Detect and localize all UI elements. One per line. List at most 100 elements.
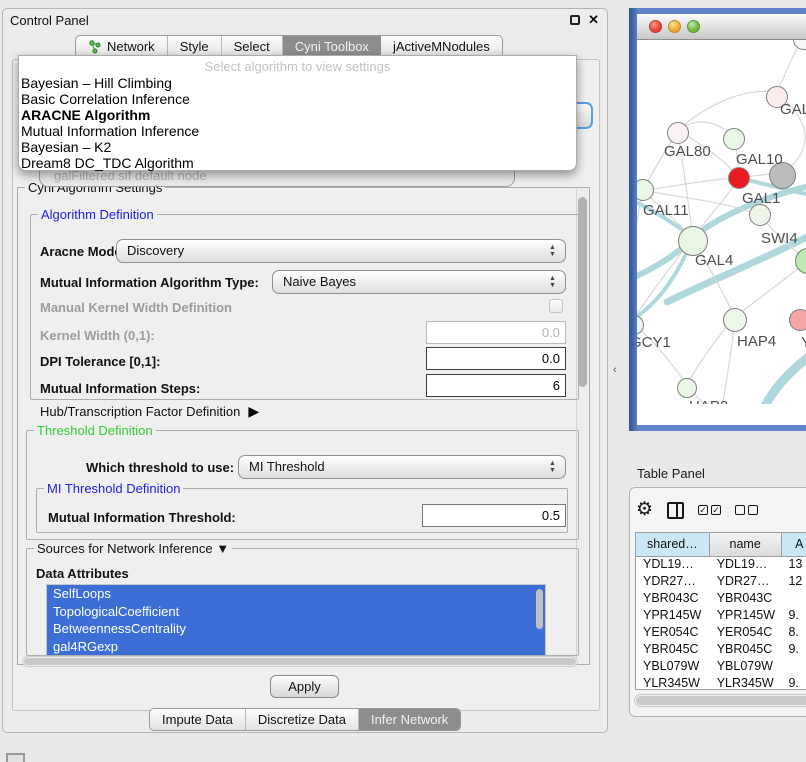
collapse-arrow-icon: ▼ [216,541,229,556]
combo-spinner-icon: ▲▼ [548,244,557,258]
tab-impute-data[interactable]: Impute Data [150,709,246,730]
zoom-traffic-light[interactable] [687,20,700,33]
network-node-gal80[interactable] [667,122,689,144]
minimize-traffic-light[interactable] [668,20,681,33]
mi-threshold-group-title: MI Threshold Definition [44,481,183,496]
tab-select[interactable]: Select [222,36,283,57]
tab-jactivemnodules[interactable]: jActiveMNodules [381,36,502,57]
dropdown-item[interactable]: Mutual Information Inference [19,123,576,139]
table-row[interactable]: YBL079WYBL079W [636,659,806,676]
network-node-swi4[interactable] [749,204,771,226]
dropdown-item-aracne[interactable]: ARACNE Algorithm [19,107,576,123]
sources-group-title[interactable]: Sources for Network Inference ▼ [34,541,232,556]
table-row[interactable]: YBR045CYBR045C9. [636,642,806,659]
network-node-hap2[interactable] [677,378,697,398]
manual-kernel-width-label: Manual Kernel Width Definition [40,300,232,315]
network-canvas[interactable]: GAL GAL80 GAL10 GAL1 GAL11 SWI4 GAL4 GCY… [637,40,806,404]
data-attributes-label: Data Attributes [36,566,129,581]
mi-algorithm-type-combobox[interactable]: Naive Bayes ▲▼ [272,270,566,294]
tab-discretize-data[interactable]: Discretize Data [246,709,359,730]
network-node-salmon[interactable] [789,309,806,331]
dropdown-item[interactable]: Basic Correlation Inference [19,91,576,107]
scrollbar-thumb[interactable] [24,658,576,665]
close-icon[interactable]: ✕ [588,12,599,28]
tab-network[interactable]: Network [76,36,168,57]
tab-infer-network[interactable]: Infer Network [359,709,460,730]
dropdown-item[interactable]: Bayesian – K2 [19,139,576,155]
node-label-hap2: HAP2 [689,398,728,404]
node-label-gal4: GAL4 [695,252,733,269]
attribute-item-selected[interactable]: SelfLoops [47,585,545,603]
network-view-window: GAL GAL80 GAL10 GAL1 GAL11 SWI4 GAL4 GCY… [629,8,806,431]
column-header-shared-name[interactable]: shared… [636,533,710,556]
aracne-mode-combobox[interactable]: Discovery ▲▼ [116,239,566,263]
aracne-mode-label: Aracne Mode: [40,244,126,259]
columns-icon[interactable] [667,502,684,519]
mi-steps-field[interactable]: 6 [426,374,566,397]
close-traffic-light[interactable] [649,20,662,33]
column-header-name[interactable]: name [710,533,782,556]
threshold-definition-title: Threshold Definition [34,423,156,438]
panel-divider-arrow[interactable]: ‹ [613,364,617,376]
node-label-gal80: GAL80 [664,143,711,160]
tab-cyni-toolbox[interactable]: Cyni Toolbox [283,36,381,57]
algorithm-definition-title: Algorithm Definition [38,207,157,222]
tab-style[interactable]: Style [168,36,222,57]
dpi-tolerance-field[interactable]: 0.0 [426,347,566,370]
table-row[interactable]: YLR345WYLR345W9. [636,676,806,690]
network-node-gal10[interactable] [723,128,745,150]
table-toolbar: ⚙ ✓✓ [636,496,806,524]
table-panel: ⚙ ✓✓ shared… name A YDL19…YDL19…13 YDR27… [629,487,806,717]
algorithm-dropdown-popup: Select algorithm to view settings Bayesi… [18,55,577,171]
gear-icon[interactable]: ⚙ [636,501,653,519]
dropdown-item[interactable]: Bayesian – Hill Climbing [19,75,576,91]
table-row[interactable]: YDR27…YDR27…12 [636,574,806,591]
network-window-titlebar[interactable] [637,14,806,40]
kernel-width-field[interactable]: 0.0 [426,321,566,344]
cyni-bottom-tabbar: Impute Data Discretize Data Infer Networ… [149,708,461,731]
table-row[interactable]: YDL19…YDL19…13 [636,557,806,574]
mi-threshold-label: Mutual Information Threshold: [48,510,236,525]
tab-network-label: Network [107,39,155,54]
column-header[interactable]: A [782,533,806,556]
which-threshold-combobox[interactable]: MI Threshold ▲▼ [238,455,566,479]
network-node-gal1-selected[interactable] [728,167,750,189]
deselect-all-columns-icon[interactable] [735,505,758,515]
apply-button[interactable]: Apply [270,675,339,698]
table-row[interactable]: YER054CYER054C8. [636,625,806,642]
attribute-item-selected[interactable]: TopologicalCoefficient [47,603,545,621]
node-label-swi4: SWI4 [761,230,798,247]
attribute-item-selected[interactable]: gal4RGexp [47,638,545,656]
control-panel-window: Control Panel ✕ Network Style Select Cyn… [2,8,608,733]
table-header-row: shared… name A [636,533,806,557]
network-node-hap4[interactable] [723,308,747,332]
manual-kernel-width-checkbox[interactable] [549,299,563,313]
node-label: Y [801,334,806,351]
dropdown-item[interactable]: Dream8 DC_TDC Algorithm [19,155,576,171]
attribute-item-selected[interactable]: BetweennessCentrality [47,620,545,638]
desktop: Control Panel ✕ Network Style Select Cyn… [0,0,806,762]
control-panel-title: Control Panel [10,13,89,28]
node-label: GAL [780,101,806,118]
table-horizontal-scrollbar[interactable] [634,694,806,707]
select-all-columns-icon[interactable]: ✓✓ [698,505,721,515]
node-label-hap4: HAP4 [737,333,776,350]
scrollbar-thumb[interactable] [636,696,806,705]
settings-horizontal-scrollbar[interactable] [22,656,578,667]
dropdown-placeholder: Select algorithm to view settings [19,56,576,75]
mi-threshold-field[interactable]: 0.5 [422,504,566,527]
combo-spinner-icon: ▲▼ [548,460,557,474]
table-row[interactable]: YPR145WYPR145W9. [636,608,806,625]
mi-steps-label: Mutual Information Steps: [40,381,200,396]
expand-arrow-icon: ▶ [248,403,259,420]
cyni-algorithm-settings-group: Cyni Algorithm Settings Algorithm Defini… [17,187,590,665]
table-row[interactable]: YBR043CYBR043C [636,591,806,608]
collapsed-panel-icon[interactable] [6,753,25,762]
kernel-width-label: Kernel Width (0,1): [40,328,155,343]
table-panel-title: Table Panel [637,466,705,481]
float-window-icon[interactable] [570,15,580,25]
hub-definition-expander[interactable]: Hub/Transcription Factor Definition▶ [40,403,259,420]
list-scrollbar-thumb[interactable] [536,589,543,629]
scrollbar-thumb[interactable] [578,197,587,387]
mi-algorithm-type-label: Mutual Information Algorithm Type: [40,275,259,290]
